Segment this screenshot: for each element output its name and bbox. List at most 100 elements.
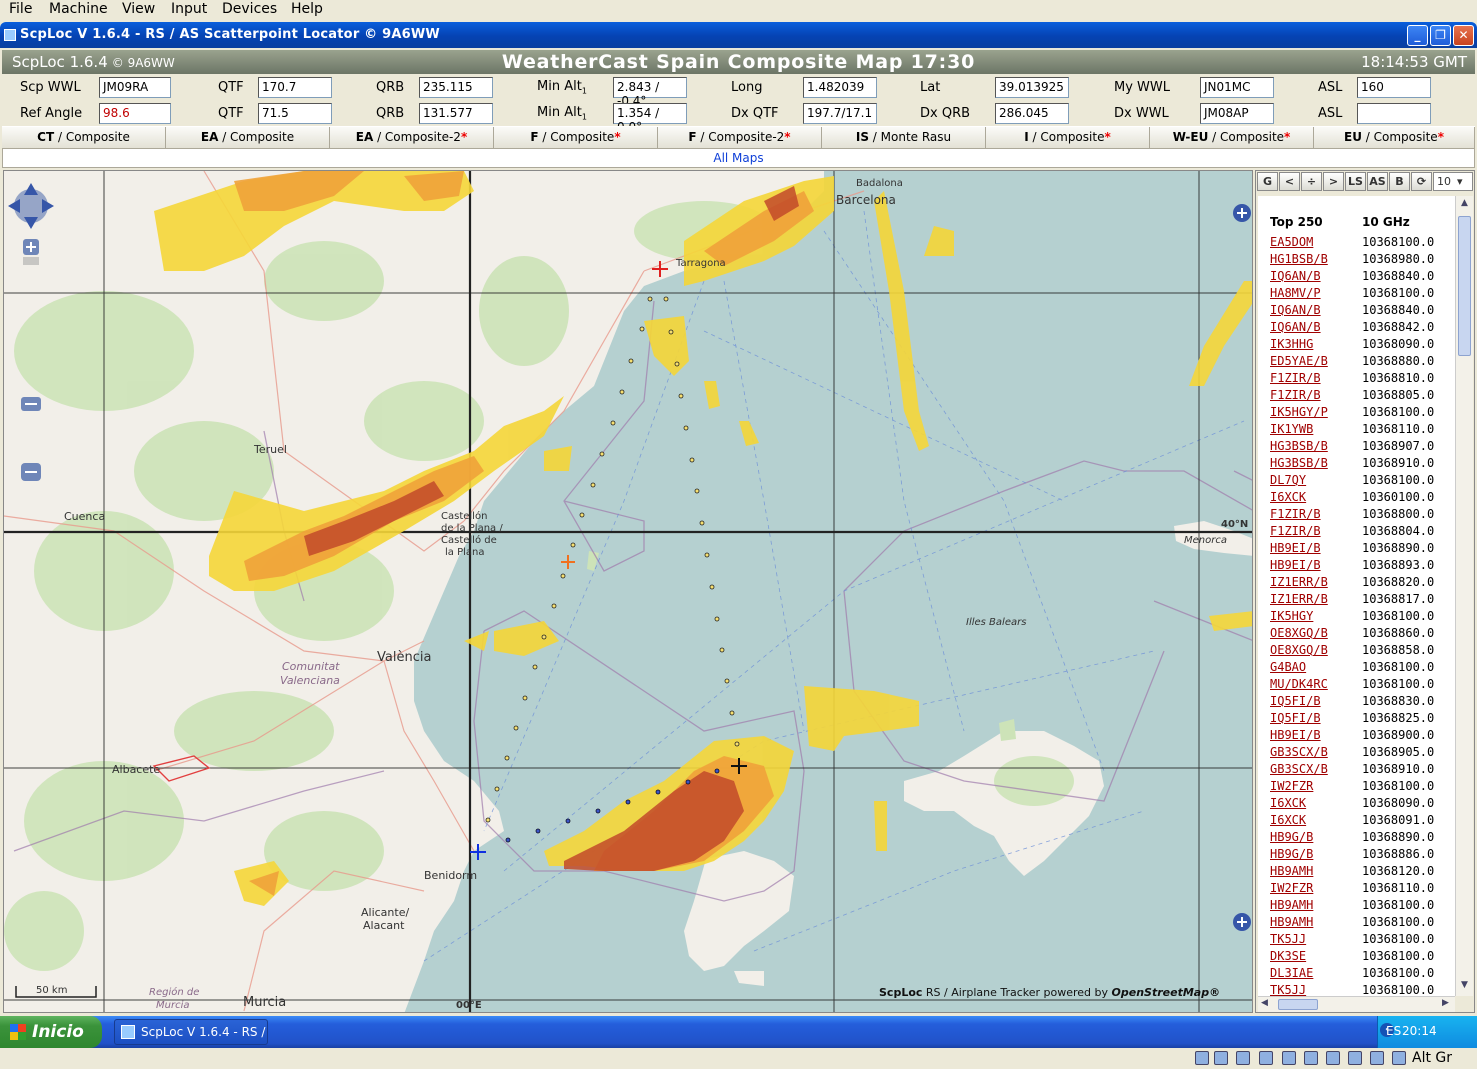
tab-weu-composite[interactable]: W-EU / Composite*: [1150, 127, 1314, 149]
list-horizontal-scrollbar[interactable]: ◀ ▶: [1258, 996, 1455, 1012]
beacon-callsign[interactable]: EA5DOM: [1270, 235, 1313, 249]
language-indicator[interactable]: ES: [1386, 1024, 1401, 1038]
map-canvas[interactable]: [4, 171, 1253, 1013]
tab-ea-composite-2[interactable]: EA / Composite-2*: [330, 127, 494, 149]
list-item[interactable]: IZ1ERR/B 10368817.0: [1270, 592, 1455, 609]
qrb-field-2[interactable]: 131.577: [419, 103, 493, 124]
menu-devices[interactable]: Devices: [222, 1, 277, 17]
qrb-field-1[interactable]: 235.115: [419, 77, 493, 98]
list-item[interactable]: IQ6AN/B 10368840.0: [1270, 303, 1455, 320]
beacon-callsign[interactable]: HB9G/B: [1270, 830, 1313, 844]
beacon-callsign[interactable]: OE8XGQ/B: [1270, 643, 1328, 657]
list-item[interactable]: GB3SCX/B 10368905.0: [1270, 745, 1455, 762]
list-item[interactable]: OE8XGQ/B 10368860.0: [1270, 626, 1455, 643]
menu-machine[interactable]: Machine: [49, 1, 108, 17]
beacon-callsign[interactable]: HB9AMH: [1270, 864, 1313, 878]
tab-eu-composite[interactable]: EU / Composite*: [1314, 127, 1475, 149]
list-item[interactable]: F1ZIR/B 10368810.0: [1270, 371, 1455, 388]
dx-qtf-field[interactable]: 197.7/17.1: [803, 103, 877, 124]
list-item[interactable]: GB3SCX/B 10368910.0: [1270, 762, 1455, 779]
list-vertical-scrollbar[interactable]: ▲ ▼: [1455, 196, 1473, 996]
list-item[interactable]: TK5JJ 10368100.0: [1270, 932, 1455, 949]
beacon-callsign[interactable]: IK3HHG: [1270, 337, 1313, 351]
beacon-callsign[interactable]: I6XCK: [1270, 796, 1306, 810]
list-item[interactable]: HB9EI/B 10368893.0: [1270, 558, 1455, 575]
usb-icon[interactable]: [1195, 1051, 1209, 1065]
list-item[interactable]: DL7QY 10368100.0: [1270, 473, 1455, 490]
beacon-callsign[interactable]: IQ6AN/B: [1270, 269, 1321, 283]
min-alt-field-2[interactable]: 1.354 / 0.0°: [613, 103, 687, 134]
my-wwl-field[interactable]: JN01MC: [1200, 77, 1274, 98]
optical-drive-icon[interactable]: [1214, 1051, 1228, 1065]
qtf-field-2[interactable]: 71.5: [258, 103, 332, 124]
beacon-callsign[interactable]: GB3SCX/B: [1270, 762, 1328, 776]
scroll-up-icon[interactable]: ▲: [1457, 198, 1472, 212]
list-item[interactable]: I6XCK 10368091.0: [1270, 813, 1455, 830]
keyboard-icon[interactable]: [1392, 1051, 1406, 1065]
list-item[interactable]: EA5DOM 10368100.0: [1270, 235, 1455, 252]
list-item[interactable]: HG3BSB/B 10368910.0: [1270, 456, 1455, 473]
b-button[interactable]: B: [1389, 172, 1410, 191]
beacon-callsign[interactable]: IW2FZR: [1270, 881, 1313, 895]
asl-field-1[interactable]: 160: [1357, 77, 1431, 98]
beacon-callsign[interactable]: IZ1ERR/B: [1270, 575, 1328, 589]
list-item[interactable]: IZ1ERR/B 10368820.0: [1270, 575, 1455, 592]
divide-button[interactable]: ÷: [1301, 172, 1322, 191]
beacon-callsign[interactable]: HB9EI/B: [1270, 558, 1321, 572]
beacon-callsign[interactable]: HB9EI/B: [1270, 541, 1321, 555]
start-button[interactable]: Inicio: [0, 1016, 102, 1048]
beacon-list[interactable]: Top 250 10 GHz EA5DOM 10368100.0 HG1BSB/B 10…: [1258, 196, 1455, 996]
tab-ea-composite[interactable]: EA / Composite: [166, 127, 330, 149]
next-button[interactable]: >: [1323, 172, 1344, 191]
list-item[interactable]: HG3BSB/B 10368907.0: [1270, 439, 1455, 456]
list-item[interactable]: HB9G/B 10368890.0: [1270, 830, 1455, 847]
beacon-callsign[interactable]: HB9EI/B: [1270, 728, 1321, 742]
list-item[interactable]: ED5YAE/B 10368880.0: [1270, 354, 1455, 371]
ls-button[interactable]: LS: [1345, 172, 1366, 191]
list-item[interactable]: F1ZIR/B 10368804.0: [1270, 524, 1455, 541]
menu-view[interactable]: View: [122, 1, 155, 17]
beacon-callsign[interactable]: IQ6AN/B: [1270, 320, 1321, 334]
beacon-callsign[interactable]: IQ5FI/B: [1270, 694, 1321, 708]
list-item[interactable]: IK5HGY/P 10368100.0: [1270, 405, 1455, 422]
tab-is-monte-rasu[interactable]: IS / Monte Rasu: [822, 127, 986, 149]
list-item[interactable]: OE8XGQ/B 10368858.0: [1270, 643, 1455, 660]
beacon-callsign[interactable]: IK1YWB: [1270, 422, 1313, 436]
prev-button[interactable]: <: [1279, 172, 1300, 191]
dx-wwl-field[interactable]: JM08AP: [1200, 103, 1274, 124]
list-item[interactable]: HB9G/B 10368886.0: [1270, 847, 1455, 864]
list-item[interactable]: IQ6AN/B 10368840.0: [1270, 269, 1455, 286]
g-button[interactable]: G: [1257, 172, 1278, 191]
beacon-callsign[interactable]: DL3IAE: [1270, 966, 1313, 980]
band-select[interactable]: 10 ▾: [1433, 172, 1473, 191]
list-item[interactable]: HB9AMH 10368100.0: [1270, 915, 1455, 932]
beacon-callsign[interactable]: G4BAO: [1270, 660, 1306, 674]
dx-qrb-field[interactable]: 286.045: [995, 103, 1069, 124]
display-icon[interactable]: [1326, 1051, 1340, 1065]
list-item[interactable]: HB9EI/B 10368890.0: [1270, 541, 1455, 558]
capture-icon[interactable]: [1348, 1051, 1362, 1065]
beacon-callsign[interactable]: HG3BSB/B: [1270, 439, 1328, 453]
asl-field-2[interactable]: [1357, 103, 1431, 124]
beacon-callsign[interactable]: I6XCK: [1270, 813, 1306, 827]
floppy-icon[interactable]: [1236, 1051, 1250, 1065]
beacon-callsign[interactable]: HG1BSB/B: [1270, 252, 1328, 266]
list-item[interactable]: IK5HGY 10368100.0: [1270, 609, 1455, 626]
beacon-callsign[interactable]: F1ZIR/B: [1270, 507, 1321, 521]
menu-input[interactable]: Input: [171, 1, 207, 17]
beacon-callsign[interactable]: MU/DK4RC: [1270, 677, 1328, 691]
list-item[interactable]: I6XCK 10368090.0: [1270, 796, 1455, 813]
list-item[interactable]: TK5JJ 10368100.0: [1270, 983, 1455, 996]
scroll-down-icon[interactable]: ▼: [1457, 980, 1472, 994]
beacon-callsign[interactable]: IK5HGY/P: [1270, 405, 1328, 419]
network-icon[interactable]: [1282, 1051, 1296, 1065]
beacon-callsign[interactable]: IQ6AN/B: [1270, 303, 1321, 317]
shared-folder-icon[interactable]: [1304, 1051, 1318, 1065]
hscroll-thumb[interactable]: [1278, 999, 1318, 1010]
scroll-left-icon[interactable]: ◀: [1261, 998, 1268, 1008]
maximize-button[interactable]: ❐: [1430, 25, 1451, 46]
beacon-callsign[interactable]: IW2FZR: [1270, 779, 1313, 793]
qtf-field-1[interactable]: 170.7: [258, 77, 332, 98]
beacon-callsign[interactable]: ED5YAE/B: [1270, 354, 1328, 368]
beacon-callsign[interactable]: HB9G/B: [1270, 847, 1313, 861]
